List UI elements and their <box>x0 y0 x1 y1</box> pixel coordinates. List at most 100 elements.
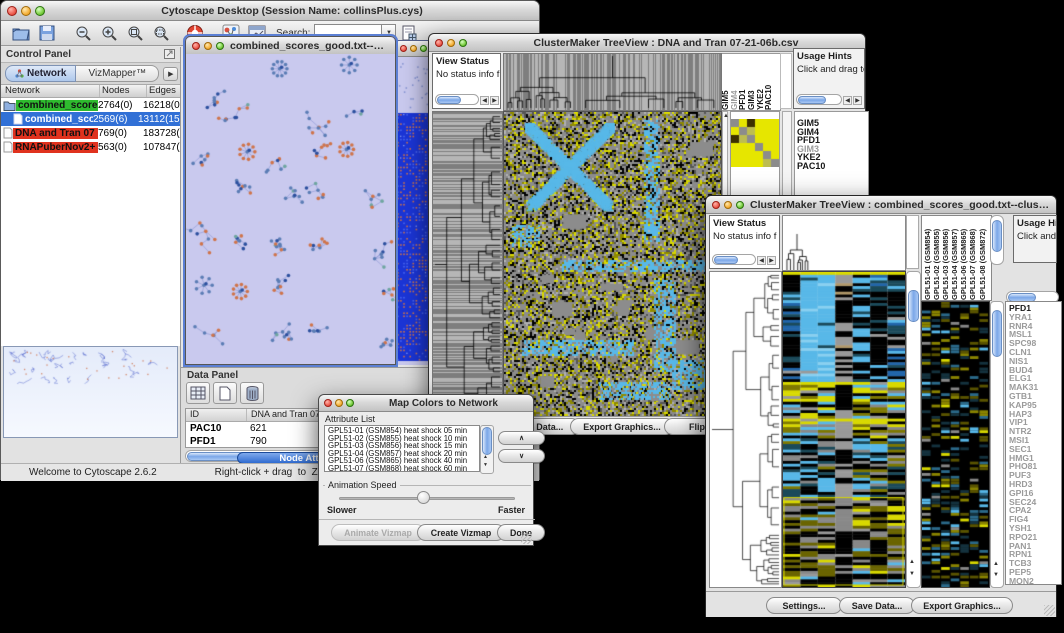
treeview2-title: ClusterMaker TreeView : combined_scores_… <box>744 199 1056 211</box>
tv2-row-dendrogram[interactable] <box>709 271 782 588</box>
tv1-usage-hscrollbar[interactable] <box>796 94 842 105</box>
zoom-button[interactable] <box>420 45 427 52</box>
control-panel-tabbar: Network VizMapper™ ▶ <box>1 63 180 84</box>
tv2-view-status: View Status No status info f ◀ ▶ <box>709 215 780 269</box>
float-panel-icon[interactable] <box>164 46 175 64</box>
tv2-column-labels: GPL51-01 (GSM854)GPL51-02 (GSM855)GPL51-… <box>921 215 992 301</box>
minimize-button[interactable] <box>724 201 732 209</box>
close-button[interactable] <box>192 42 200 50</box>
tv1-column-dendrogram[interactable] <box>503 53 722 111</box>
scroll-down-icon[interactable]: ▼ <box>483 461 488 470</box>
scroll-right-icon[interactable]: ▶ <box>767 256 776 265</box>
birdseye-view[interactable] <box>3 346 178 438</box>
tv2-zoom-vscrollbar[interactable]: ▲ ▼ <box>990 301 1004 588</box>
slider-thumb[interactable] <box>417 491 430 504</box>
scroll-down-icon[interactable]: ▼ <box>909 570 915 579</box>
tab-vizmapper[interactable]: VizMapper™ <box>76 65 159 82</box>
network-window-title: combined_scores_good.txt--cluste... <box>224 40 395 52</box>
tv2-status-hscrollbar[interactable] <box>712 254 756 265</box>
main-titlebar[interactable]: Cytoscape Desktop (Session Name: collins… <box>1 1 539 21</box>
create-vizmap-button[interactable]: Create Vizmap <box>417 524 505 541</box>
minimize-button[interactable] <box>204 42 212 50</box>
animate-vizmap-button[interactable]: Animate Vizmap <box>331 524 425 541</box>
network-tab-icon <box>15 69 24 78</box>
zoom-button[interactable] <box>346 399 354 407</box>
tab-network[interactable]: Network <box>5 65 76 82</box>
tv2-button-bar: Settings... Save Data... Export Graphics… <box>706 591 1056 617</box>
export-graphics-button[interactable]: Export Graphics... <box>911 597 1013 614</box>
resize-grip[interactable] <box>1044 605 1055 616</box>
dense-network-canvas[interactable] <box>396 57 431 365</box>
tv1-row-dendrogram[interactable] <box>432 111 503 418</box>
tv1-status-hscrollbar[interactable] <box>435 94 479 105</box>
dialog-titlebar[interactable]: Map Colors to Network <box>319 395 533 412</box>
minimize-button[interactable] <box>447 39 455 47</box>
zoom-out-icon[interactable] <box>71 22 95 45</box>
zoom-button[interactable] <box>736 201 744 209</box>
tv2-zoom-heatmap[interactable] <box>921 301 990 588</box>
scroll-up-icon[interactable]: ▲ <box>993 560 999 569</box>
network-graph-canvas[interactable] <box>186 54 395 364</box>
scroll-left-icon[interactable]: ◀ <box>843 96 852 105</box>
scroll-left-icon[interactable]: ◀ <box>757 256 766 265</box>
scroll-up-icon[interactable]: ▲ <box>909 558 915 567</box>
tv2-collabel-vscrollbar[interactable] <box>990 215 1004 265</box>
tv2-gene-labels: PFD1YRA1RNR4MSL1SPC98CLN1NIS1BUD4ELG1MAK… <box>1005 301 1062 585</box>
tab-overflow-button[interactable]: ▶ <box>163 67 178 81</box>
tv2-column-dendrogram[interactable] <box>782 215 906 271</box>
network-row-rnapuber[interactable]: RNAPuberNov2+ 563(0) 107847(0) <box>1 140 180 154</box>
attribute-list-vscrollbar[interactable]: ▲ ▼ <box>480 425 494 474</box>
scroll-right-icon[interactable]: ▶ <box>853 96 862 105</box>
zoom-in-icon[interactable] <box>97 22 121 45</box>
close-button[interactable] <box>435 39 443 47</box>
close-button[interactable] <box>7 6 17 16</box>
network-window-titlebar[interactable]: combined_scores_good.txt--cluste... <box>186 37 395 55</box>
treeview2-titlebar[interactable]: ClusterMaker TreeView : combined_scores_… <box>706 196 1056 214</box>
close-button[interactable] <box>400 45 407 52</box>
data-panel-title: Data Panel <box>187 370 238 381</box>
zoom-button[interactable] <box>35 6 45 16</box>
faster-label: Faster <box>498 505 525 515</box>
new-attribute-button[interactable] <box>213 382 237 404</box>
select-attributes-button[interactable] <box>186 382 210 404</box>
close-button[interactable] <box>712 201 720 209</box>
network-row-dna-tran[interactable]: DNA and Tran 07 769(0) 183728(0) <box>1 126 180 140</box>
minimize-button[interactable] <box>410 45 417 52</box>
new-document-icon <box>219 386 231 401</box>
move-down-button[interactable]: ∨ <box>498 449 545 463</box>
scroll-left-icon[interactable]: ◀ <box>480 96 489 105</box>
tv2-usage-hints: Usage Hi Click and <box>1013 215 1057 263</box>
settings-button[interactable]: Settings... <box>766 597 842 614</box>
tv2-heatmap-vscrollbar[interactable]: ▲ ▼ <box>906 271 921 588</box>
scroll-down-icon[interactable]: ▼ <box>993 571 999 580</box>
tv1-heatmap[interactable] <box>503 111 722 418</box>
move-up-button[interactable]: ∧ <box>498 431 545 445</box>
zoom-button[interactable] <box>459 39 467 47</box>
resize-grip[interactable] <box>521 533 532 544</box>
zoom-selected-icon[interactable] <box>123 22 147 45</box>
scroll-right-icon[interactable]: ▶ <box>490 96 499 105</box>
dialog-title: Map Colors to Network <box>354 398 533 409</box>
network-row-combined-sco[interactable]: combined_sco 2569(6) 13112(15) <box>1 112 180 126</box>
open-session-icon[interactable] <box>9 22 33 45</box>
delete-attribute-button[interactable] <box>240 382 264 404</box>
save-data-button[interactable]: Save Data... <box>839 597 915 614</box>
scroll-up-icon[interactable]: ▲ <box>723 112 727 121</box>
tv1-zoom-submatrix[interactable] <box>731 119 779 167</box>
zoom-fit-icon[interactable] <box>149 22 173 45</box>
file-icon <box>3 141 13 153</box>
window-b-titlebar[interactable] <box>396 41 431 57</box>
export-graphics-button[interactable]: Export Graphics... <box>570 418 674 435</box>
attribute-grid-icon <box>190 386 206 400</box>
save-session-icon[interactable] <box>35 22 59 45</box>
minimize-button[interactable] <box>21 6 31 16</box>
control-panel: Control Panel Network VizMapper™ ▶ Netwo… <box>1 47 181 463</box>
minimize-button[interactable] <box>335 399 343 407</box>
network-row-combined-scores[interactable]: combined_scores_ 2764(0) 16218(0) <box>1 98 180 112</box>
col-header-id: ID <box>186 409 247 421</box>
trash-icon <box>246 386 259 401</box>
tv2-heatmap[interactable] <box>782 271 906 588</box>
zoom-button[interactable] <box>216 42 224 50</box>
close-button[interactable] <box>324 399 332 407</box>
map-colors-dialog: Map Colors to Network Attribute List GPL… <box>318 394 534 546</box>
